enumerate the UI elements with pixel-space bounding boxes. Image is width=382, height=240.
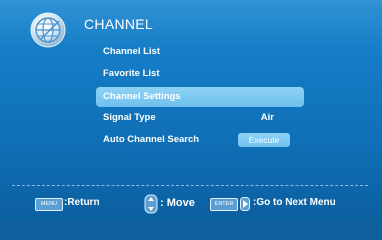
enter-key-icon: ENTER <box>210 198 238 211</box>
footer-divider <box>12 185 368 186</box>
footer-hints: MENU :Return : Move ENTER :Go to Next Me… <box>0 194 382 214</box>
menu-item-channel-list[interactable]: Channel List <box>96 42 304 62</box>
menu-item-label: Signal Type <box>103 112 156 123</box>
menu-key-icon: MENU <box>35 198 63 211</box>
menu-item-label: Favorite List <box>103 68 160 79</box>
menu-item-auto-channel-search[interactable]: Auto Channel Search Execute <box>96 130 304 150</box>
menu-item-channel-settings[interactable]: Channel Settings <box>96 87 304 107</box>
right-arrow-icon <box>240 197 250 211</box>
execute-button[interactable]: Execute <box>238 133 290 147</box>
menu-item-signal-type[interactable]: Signal Type Air <box>96 108 304 128</box>
menu-item-label: Channel List <box>103 46 161 57</box>
return-hint: :Return <box>64 197 100 208</box>
next-menu-hint: :Go to Next Menu <box>253 197 336 208</box>
menu-item-favorite-list[interactable]: Favorite List <box>96 64 304 84</box>
menu-item-label: Channel Settings <box>103 91 181 102</box>
move-hint: : Move <box>160 197 195 209</box>
move-arrows-icon <box>144 194 158 214</box>
globe-icon <box>30 12 66 48</box>
page-title: CHANNEL <box>84 16 154 32</box>
tv-osd-screen: CHANNEL Channel List Favorite List Chann… <box>0 0 382 221</box>
menu-item-label: Auto Channel Search <box>103 134 200 145</box>
signal-type-value: Air <box>260 112 274 123</box>
